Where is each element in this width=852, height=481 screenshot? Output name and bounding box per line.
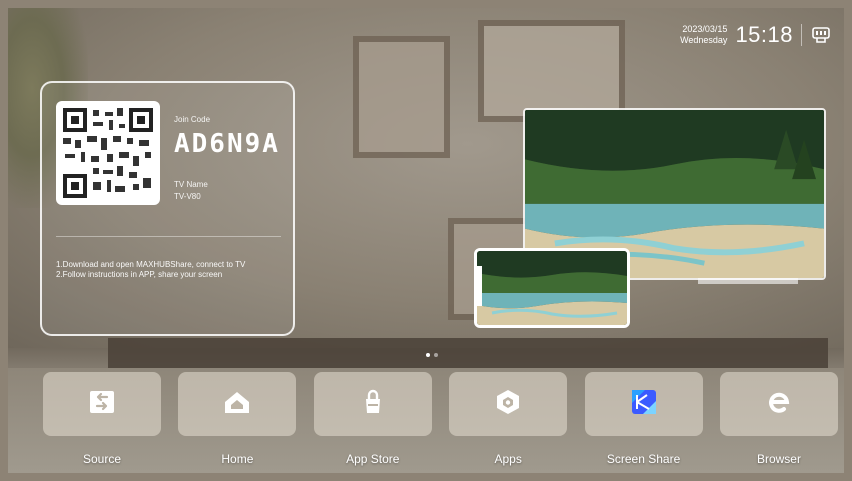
dock-item-screen-share[interactable]: Screen Share: [584, 372, 703, 466]
page-dot[interactable]: [434, 353, 438, 357]
app-dock: Source Home App Store Apps Screen Share …: [43, 372, 838, 466]
join-code-value: AD6N9A: [174, 129, 280, 159]
date-text: 2023/03/15: [682, 24, 728, 34]
apps-label: Apps: [494, 452, 522, 466]
weekday-text: Wednesday: [680, 35, 728, 45]
tv-name-label: TV Name: [174, 180, 208, 189]
source-label: Source: [82, 452, 122, 466]
browser-tile[interactable]: [719, 372, 838, 436]
tv-home-screen: 2023/03/15 Wednesday 15:18 Join Code AD6…: [0, 0, 852, 481]
app-store-icon: [360, 389, 386, 420]
home-label: Home: [221, 452, 254, 466]
screen-share-label: Screen Share: [606, 452, 681, 466]
qr-code: [56, 101, 160, 205]
app-store-label: App Store: [346, 452, 400, 466]
date-block: 2023/03/15 Wednesday: [680, 24, 727, 46]
cabinet-decoration: [108, 338, 828, 368]
dock-item-apps[interactable]: Apps: [449, 372, 568, 466]
instruction-step-1: 1.Download and open MAXHUBShare, connect…: [56, 260, 246, 269]
screen-share-icon: [631, 389, 657, 420]
network-icon[interactable]: [810, 25, 832, 45]
instruction-step-2: 2.Follow instructions in APP, share your…: [56, 270, 223, 279]
clock-time: 15:18: [735, 22, 793, 47]
screen-share-card[interactable]: Join Code AD6N9A TV Name TV-V80 1.Downlo…: [40, 81, 295, 336]
page-indicator: [426, 353, 438, 357]
wallpaper: 2023/03/15 Wednesday 15:18 Join Code AD6…: [8, 8, 844, 473]
dock-item-browser[interactable]: Browser: [719, 372, 838, 466]
home-icon: [224, 390, 250, 419]
screen-share-tile[interactable]: [584, 372, 703, 436]
phone-notch-illustration: [474, 266, 482, 306]
home-tile[interactable]: [178, 372, 297, 436]
landscape-image-small: [477, 251, 627, 325]
dock-item-source[interactable]: Source: [43, 372, 161, 466]
page-dot-active[interactable]: [426, 353, 430, 357]
picture-frame-decoration: [353, 36, 450, 158]
source-tile[interactable]: [43, 372, 161, 436]
picture-frame-decoration: [478, 20, 625, 122]
apps-icon: [495, 389, 521, 420]
dock-item-app-store[interactable]: App Store: [313, 372, 432, 466]
source-icon: [89, 390, 115, 419]
apps-tile[interactable]: [449, 372, 568, 436]
dock-item-home[interactable]: Home: [178, 372, 297, 466]
phone-screen-illustration: [474, 248, 630, 328]
card-divider: [56, 236, 281, 237]
join-code-label: Join Code: [174, 115, 211, 124]
browser-icon: [766, 389, 792, 420]
app-store-tile[interactable]: [313, 372, 432, 436]
tv-name-value: TV-V80: [174, 192, 201, 201]
browser-label: Browser: [756, 452, 801, 466]
tv-stand-illustration: [698, 278, 798, 284]
share-instructions: 1.Download and open MAXHUBShare, connect…: [56, 260, 286, 280]
status-divider: [801, 24, 802, 46]
status-bar: 2023/03/15 Wednesday 15:18: [680, 22, 832, 48]
